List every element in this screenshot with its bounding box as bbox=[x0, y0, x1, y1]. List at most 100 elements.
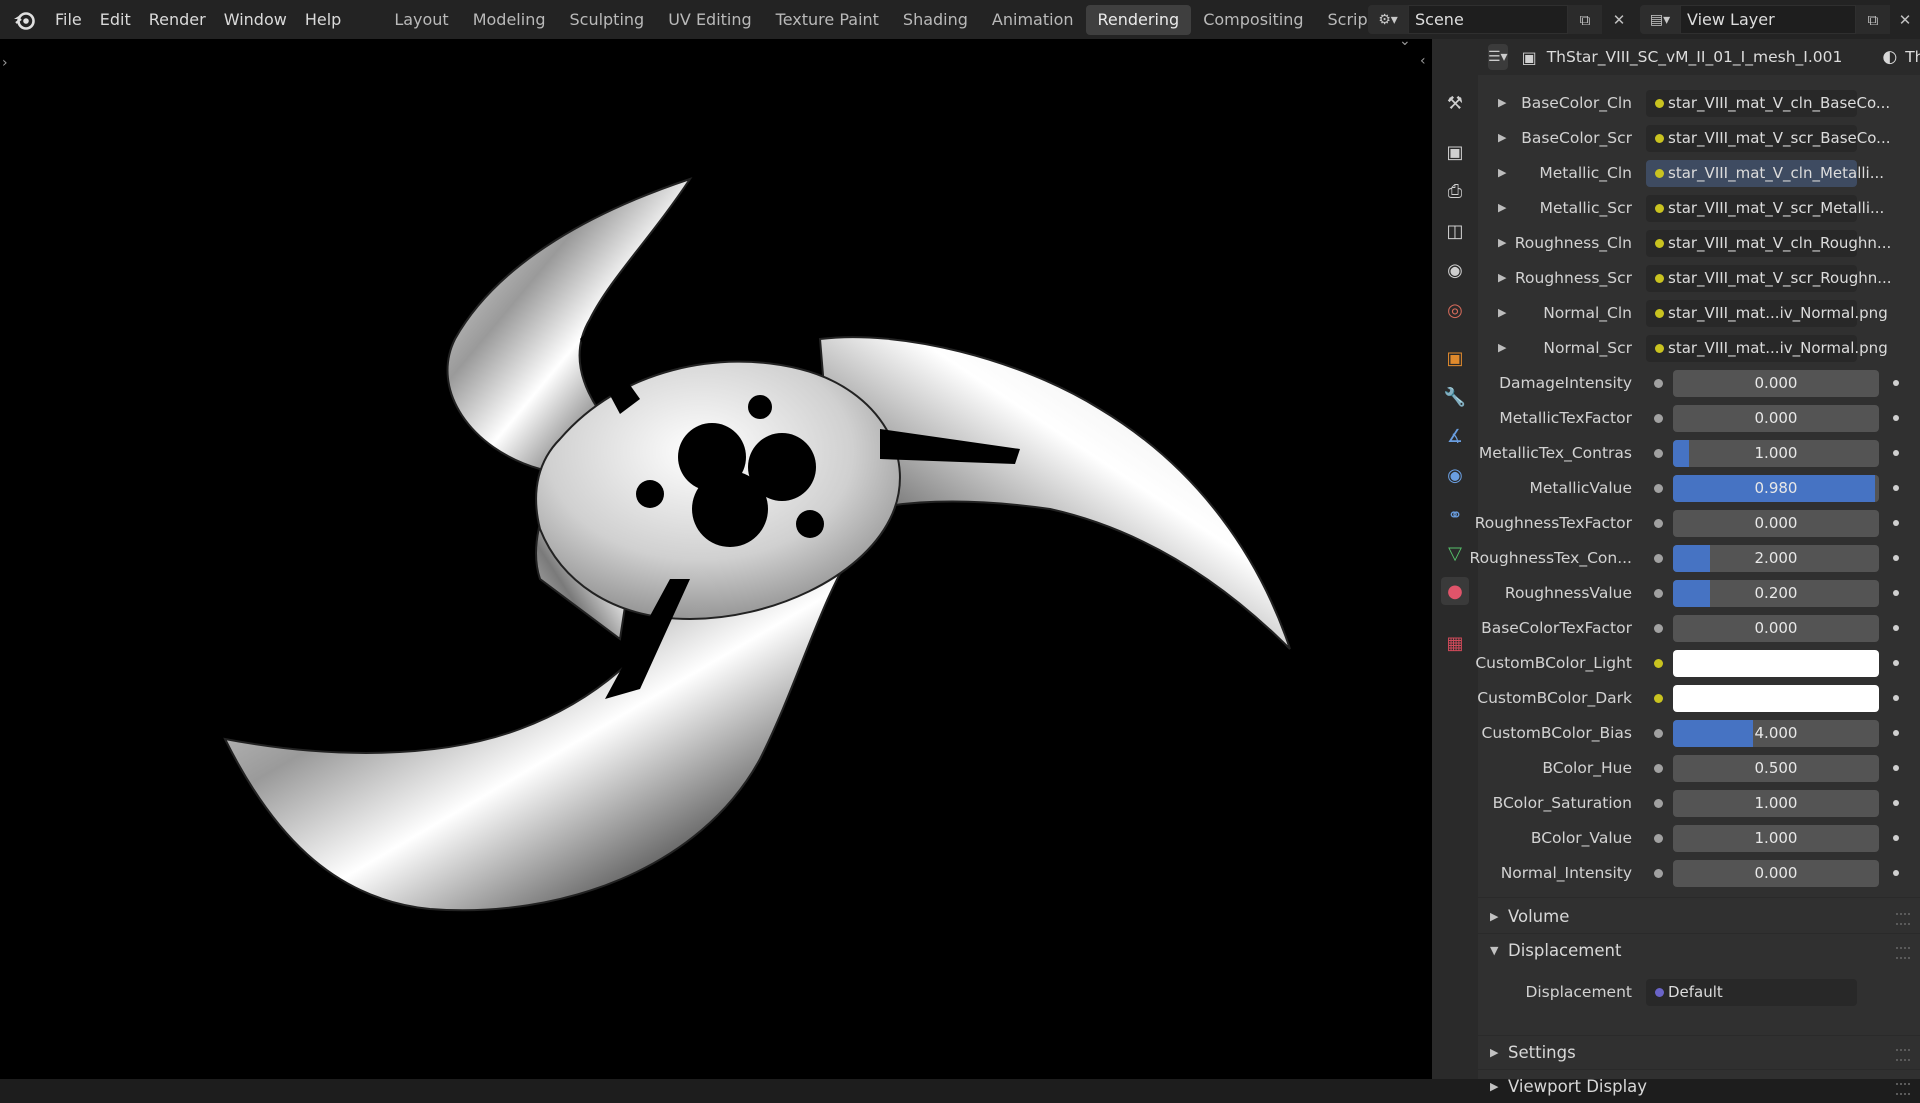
blender-logo-icon[interactable] bbox=[12, 7, 38, 33]
constraint-properties-icon[interactable]: ⚭ bbox=[1441, 501, 1469, 529]
keyframe-dot-icon[interactable] bbox=[1893, 730, 1899, 736]
tab-layout[interactable]: Layout bbox=[382, 5, 460, 35]
socket-icon[interactable] bbox=[1654, 484, 1663, 493]
keyframe-dot-icon[interactable] bbox=[1893, 415, 1899, 421]
view-layer-properties-icon[interactable]: ◫ bbox=[1441, 217, 1469, 245]
expand-triangle-icon[interactable]: ▶ bbox=[1498, 262, 1506, 294]
material-properties-icon[interactable]: ● bbox=[1441, 577, 1469, 605]
tab-rendering[interactable]: Rendering bbox=[1085, 4, 1192, 35]
delete-view-layer-icon[interactable]: ✕ bbox=[1890, 5, 1920, 34]
socket-icon[interactable] bbox=[1654, 379, 1663, 388]
tab-sculpting[interactable]: Sculpting bbox=[557, 5, 656, 35]
color-swatch[interactable] bbox=[1673, 685, 1879, 712]
tab-animation[interactable]: Animation bbox=[980, 5, 1086, 35]
expand-triangle-icon[interactable]: ▶ bbox=[1498, 332, 1506, 364]
modifier-properties-icon[interactable]: 🔧 bbox=[1441, 383, 1469, 411]
color-swatch[interactable] bbox=[1673, 650, 1879, 677]
tab-shading[interactable]: Shading bbox=[891, 5, 980, 35]
keyframe-dot-icon[interactable] bbox=[1893, 485, 1899, 491]
socket-icon[interactable] bbox=[1654, 694, 1663, 703]
displacement-field[interactable]: Default bbox=[1646, 979, 1857, 1006]
view-layer-name-field[interactable]: View Layer bbox=[1680, 5, 1856, 34]
texture-field[interactable]: star_VIII_mat_V_cln_BaseCo... bbox=[1646, 90, 1890, 117]
texture-field[interactable]: star_VIII_mat_V_cln_Metalli... bbox=[1646, 160, 1884, 187]
texture-field[interactable]: star_VIII_mat_V_scr_Metalli... bbox=[1646, 195, 1884, 222]
socket-icon[interactable] bbox=[1654, 729, 1663, 738]
scene-browse-icon[interactable]: ⚙▾ bbox=[1368, 5, 1408, 34]
value-slider[interactable]: 0.000 bbox=[1673, 860, 1879, 887]
value-slider[interactable]: 1.000 bbox=[1673, 790, 1879, 817]
physics-properties-icon[interactable]: ◉ bbox=[1441, 461, 1469, 489]
socket-icon[interactable] bbox=[1654, 799, 1663, 808]
value-slider[interactable]: 1.000 bbox=[1673, 440, 1879, 467]
section-displacement[interactable]: ▼ Displacement bbox=[1478, 935, 1920, 967]
tool-settings-icon[interactable]: ⚒ bbox=[1441, 89, 1469, 117]
texture-field[interactable]: star_VIII_mat_V_cln_Roughn... bbox=[1646, 230, 1891, 257]
value-slider[interactable]: 4.000 bbox=[1673, 720, 1879, 747]
menu-edit[interactable]: Edit bbox=[91, 0, 140, 39]
value-slider[interactable]: 1.000 bbox=[1673, 825, 1879, 852]
keyframe-dot-icon[interactable] bbox=[1893, 590, 1899, 596]
keyframe-dot-icon[interactable] bbox=[1893, 660, 1899, 666]
keyframe-dot-icon[interactable] bbox=[1893, 800, 1899, 806]
delete-scene-icon[interactable]: ✕ bbox=[1602, 5, 1636, 34]
keyframe-dot-icon[interactable] bbox=[1893, 765, 1899, 771]
socket-icon[interactable] bbox=[1654, 589, 1663, 598]
texture-field[interactable]: star_VIII_mat...iv_Normal.png bbox=[1646, 300, 1888, 327]
tab-compositing[interactable]: Compositing bbox=[1191, 5, 1315, 35]
socket-icon[interactable] bbox=[1654, 834, 1663, 843]
expand-triangle-icon[interactable]: ▶ bbox=[1498, 227, 1506, 259]
keyframe-dot-icon[interactable] bbox=[1893, 380, 1899, 386]
expand-triangle-icon[interactable]: ▶ bbox=[1498, 157, 1506, 189]
tab-uv-editing[interactable]: UV Editing bbox=[656, 5, 763, 35]
render-properties-icon[interactable]: ▣ bbox=[1441, 138, 1469, 166]
section-settings[interactable]: ▶ Settings bbox=[1478, 1037, 1920, 1069]
view-layer-browse-icon[interactable]: ▤▾ bbox=[1640, 5, 1680, 34]
expand-triangle-icon[interactable]: ▶ bbox=[1498, 87, 1506, 119]
value-slider[interactable]: 0.500 bbox=[1673, 755, 1879, 782]
drag-handle-icon[interactable] bbox=[1896, 1049, 1910, 1061]
socket-icon[interactable] bbox=[1654, 764, 1663, 773]
socket-icon[interactable] bbox=[1654, 449, 1663, 458]
socket-icon[interactable] bbox=[1654, 414, 1663, 423]
keyframe-dot-icon[interactable] bbox=[1893, 625, 1899, 631]
new-view-layer-icon[interactable]: ⧉ bbox=[1856, 5, 1890, 34]
new-scene-icon[interactable]: ⧉ bbox=[1568, 5, 1602, 34]
texture-field[interactable]: star_VIII_mat_V_scr_Roughn... bbox=[1646, 265, 1892, 292]
drag-handle-icon[interactable] bbox=[1896, 947, 1910, 959]
keyframe-dot-icon[interactable] bbox=[1893, 520, 1899, 526]
menu-file[interactable]: File bbox=[46, 0, 91, 39]
expand-triangle-icon[interactable]: ▶ bbox=[1498, 192, 1506, 224]
scene-properties-icon[interactable]: ◉ bbox=[1441, 256, 1469, 284]
particles-properties-icon[interactable]: ∡ bbox=[1441, 422, 1469, 450]
value-slider[interactable]: 0.980 bbox=[1673, 475, 1879, 502]
value-slider[interactable]: 0.000 bbox=[1673, 510, 1879, 537]
3d-viewport[interactable]: › ⌄ ‹ bbox=[0, 39, 1432, 1079]
menu-render[interactable]: Render bbox=[140, 0, 215, 39]
socket-icon[interactable] bbox=[1654, 519, 1663, 528]
socket-icon[interactable] bbox=[1654, 659, 1663, 668]
keyframe-dot-icon[interactable] bbox=[1893, 555, 1899, 561]
value-slider[interactable]: 0.200 bbox=[1673, 580, 1879, 607]
value-slider[interactable]: 0.000 bbox=[1673, 370, 1879, 397]
section-viewport-display[interactable]: ▶ Viewport Display bbox=[1478, 1071, 1920, 1103]
keyframe-dot-icon[interactable] bbox=[1893, 450, 1899, 456]
expand-triangle-icon[interactable]: ▶ bbox=[1498, 297, 1506, 329]
menu-help[interactable]: Help bbox=[296, 0, 350, 39]
value-slider[interactable]: 0.000 bbox=[1673, 615, 1879, 642]
drag-handle-icon[interactable] bbox=[1896, 1083, 1910, 1095]
expand-triangle-icon[interactable]: ▶ bbox=[1498, 122, 1506, 154]
keyframe-dot-icon[interactable] bbox=[1893, 870, 1899, 876]
texture-properties-icon[interactable]: ▦ bbox=[1441, 629, 1469, 657]
socket-icon[interactable] bbox=[1654, 869, 1663, 878]
tab-texture-paint[interactable]: Texture Paint bbox=[764, 5, 891, 35]
data-properties-icon[interactable]: ▽ bbox=[1441, 539, 1469, 567]
socket-icon[interactable] bbox=[1654, 624, 1663, 633]
tab-modeling[interactable]: Modeling bbox=[461, 5, 558, 35]
texture-field[interactable]: star_VIII_mat...iv_Normal.png bbox=[1646, 335, 1888, 362]
output-properties-icon[interactable]: ⎙ bbox=[1441, 177, 1469, 205]
editor-type-icon[interactable]: ☰▾ bbox=[1488, 44, 1508, 70]
keyframe-dot-icon[interactable] bbox=[1893, 695, 1899, 701]
drag-handle-icon[interactable] bbox=[1896, 913, 1910, 925]
value-slider[interactable]: 2.000 bbox=[1673, 545, 1879, 572]
